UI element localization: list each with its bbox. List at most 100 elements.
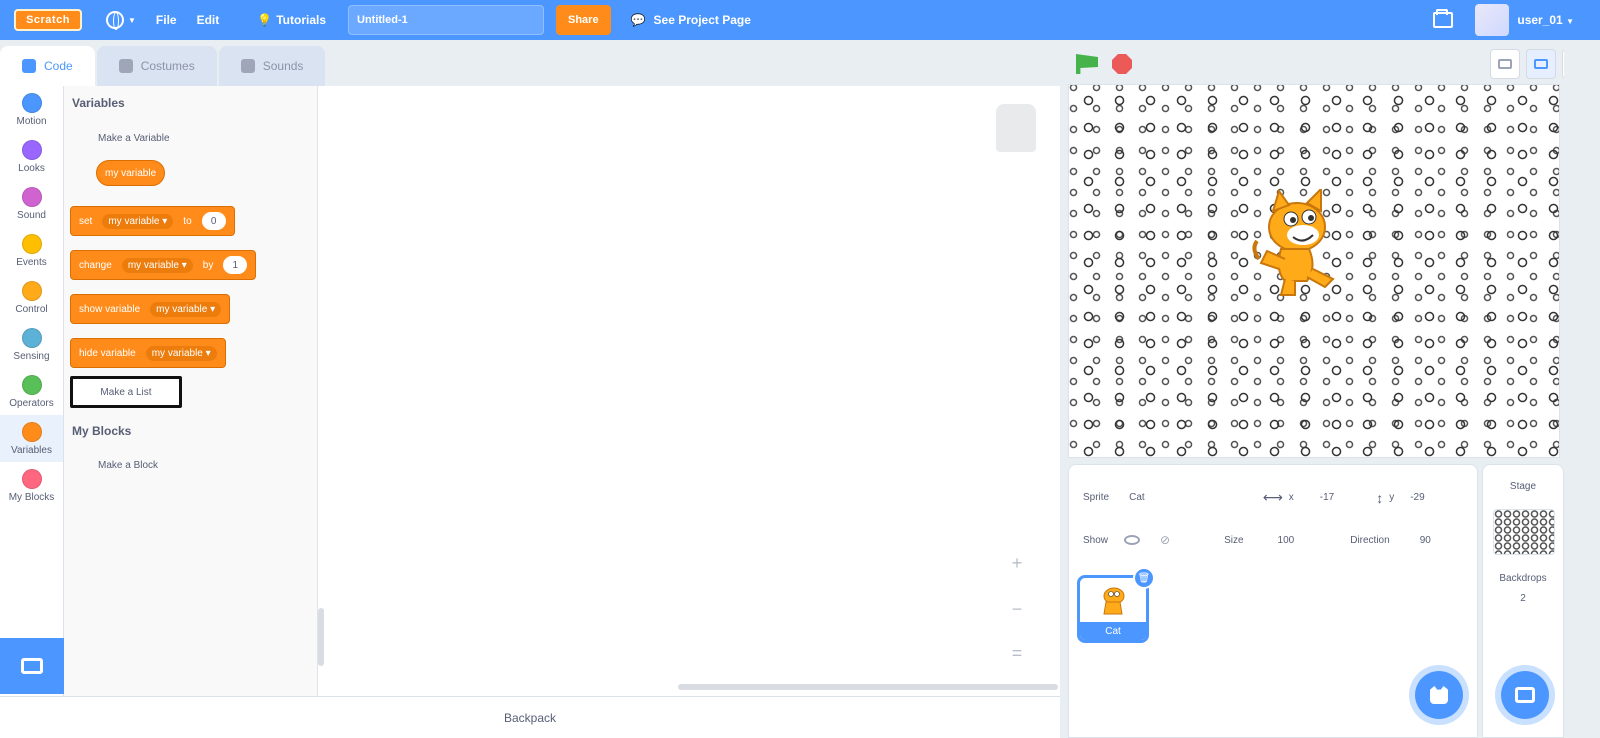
block-label: hide variable [79,347,136,359]
category-my-blocks[interactable]: My Blocks [0,462,63,509]
variable-dropdown[interactable]: my variable ▾ [102,213,174,229]
choose-sprite-button[interactable] [1415,671,1463,719]
zoom-reset-button[interactable]: = [1002,638,1032,668]
category-label: Sound [17,209,46,221]
vertical-scrollbar[interactable] [318,608,324,666]
show-variable-block[interactable]: show variable my variable ▾ [70,294,231,324]
project-title-input[interactable]: Untitled-1 [348,5,544,35]
tab-label: Costumes [140,59,195,73]
green-flag-icon[interactable] [1076,54,1098,74]
variables-dot-icon [21,421,42,442]
delete-sprite-icon[interactable]: 🗑 [1133,567,1155,589]
choose-backdrop-button[interactable] [1501,671,1549,719]
eye-icon[interactable] [1124,535,1141,545]
extension-icon [21,658,43,674]
variable-dropdown[interactable]: my variable ▾ [145,345,217,361]
menu-bar: Scratch ▼ File Edit 💡 Tutorials Untitled… [0,0,1600,40]
tab-code[interactable]: Code [0,46,95,86]
make-list-button[interactable]: Make a List [70,376,182,408]
category-variables[interactable]: Variables [0,415,63,462]
stage-selector-label: Stage [1509,481,1537,492]
sound-icon [240,59,255,73]
tab-sounds[interactable]: Sounds [218,46,326,86]
account-menu[interactable]: user_01 ▼ [1517,13,1574,27]
block-label: show variable [79,303,141,315]
category-operators[interactable]: Operators [0,368,63,415]
variable-dropdown[interactable]: my variable ▾ [150,301,222,317]
username-label: user_01 [1517,13,1563,27]
value-input[interactable]: 0 [201,212,226,230]
direction-label: Direction [1350,534,1390,546]
control-dot-icon [21,280,42,301]
file-menu[interactable]: File [146,0,187,40]
horizontal-scrollbar[interactable] [678,684,1058,690]
tutorials-label: Tutorials [276,13,326,27]
make-block-button[interactable]: Make a Block [98,460,158,471]
code-icon [22,59,36,73]
script-workspace[interactable]: + − = [318,86,1060,696]
set-variable-block[interactable]: set my variable ▾ to 0 [70,206,235,236]
hide-variable-block[interactable]: hide variable my variable ▾ [70,338,226,368]
x-field[interactable]: -17 [1320,492,1334,503]
category-motion[interactable]: Motion [0,86,63,133]
direction-field[interactable]: 90 [1420,535,1431,546]
change-variable-block[interactable]: change my variable ▾ by 1 [70,250,257,280]
category-label: Looks [18,162,45,174]
cat-sprite[interactable] [1251,189,1341,299]
value-input[interactable]: 1 [223,256,248,274]
share-button[interactable]: Share [556,5,611,35]
y-field[interactable]: -29 [1410,492,1424,503]
see-project-page-button[interactable]: 💬 See Project Page [631,13,751,27]
brush-icon [118,59,133,73]
stage[interactable] [1068,84,1560,458]
tutorials-button[interactable]: 💡 Tutorials [247,0,336,40]
category-sensing[interactable]: Sensing [0,321,63,368]
block-label: set [79,215,93,227]
zoom-out-button[interactable]: − [1002,594,1032,624]
backdrops-label: Backdrops [1499,573,1547,584]
eye-closed-icon[interactable]: ⊘ [1160,533,1170,547]
stage-selector[interactable]: Stage Backdrops 2 [1482,464,1564,738]
motion-dot-icon [21,92,42,113]
category-label: Control [15,303,48,315]
category-control[interactable]: Control [0,274,63,321]
stage-header: ⤢ [1068,44,1600,84]
add-extension-button[interactable] [0,638,64,694]
backpack[interactable]: Backpack [0,696,1060,738]
category-sound[interactable]: Sound [0,180,63,227]
scratch-logo[interactable]: Scratch [14,9,82,31]
small-stage-button[interactable] [1490,49,1520,79]
edit-menu[interactable]: Edit [187,0,230,40]
category-looks[interactable]: Looks [0,133,63,180]
x-label: x [1288,492,1294,503]
globe-icon [106,11,124,30]
my-stuff-folder-icon[interactable] [1433,9,1454,28]
zoom-in-button[interactable]: + [1002,548,1032,578]
my-variable-reporter[interactable]: my variable [96,160,166,186]
y-label: y [1389,492,1395,503]
y-arrows-icon: ↕ [1376,489,1384,506]
speech-bubble-icon: 💬 [630,13,646,27]
stop-icon[interactable] [1112,54,1132,74]
large-stage-button[interactable] [1526,49,1556,79]
sprite-name-field[interactable]: Cat [1129,492,1145,503]
small-stage-icon [1498,59,1512,69]
chevron-down-icon: ▼ [1566,17,1574,26]
my-blocks-heading: My Blocks [72,424,132,438]
sprite-watermark-icon [996,104,1036,152]
make-variable-button[interactable]: Make a Variable [98,133,170,144]
sprite-name-label: Sprite [1083,492,1110,503]
avatar[interactable] [1475,4,1510,36]
category-label: Operators [9,397,54,409]
sound-dot-icon [21,186,42,207]
variable-dropdown[interactable]: my variable ▾ [121,257,193,273]
language-menu[interactable]: ▼ [96,0,146,40]
size-field[interactable]: 100 [1278,535,1295,546]
tab-label: Sounds [262,59,304,73]
tab-costumes[interactable]: Costumes [96,46,217,86]
category-events[interactable]: Events [0,227,63,274]
sprite-info-row-1: Sprite Cat ⟷ x -17 ↕ y -29 [1083,489,1425,506]
reporter-label: my variable [105,167,157,179]
right-gutter [1564,44,1600,738]
operators-dot-icon [21,374,42,395]
